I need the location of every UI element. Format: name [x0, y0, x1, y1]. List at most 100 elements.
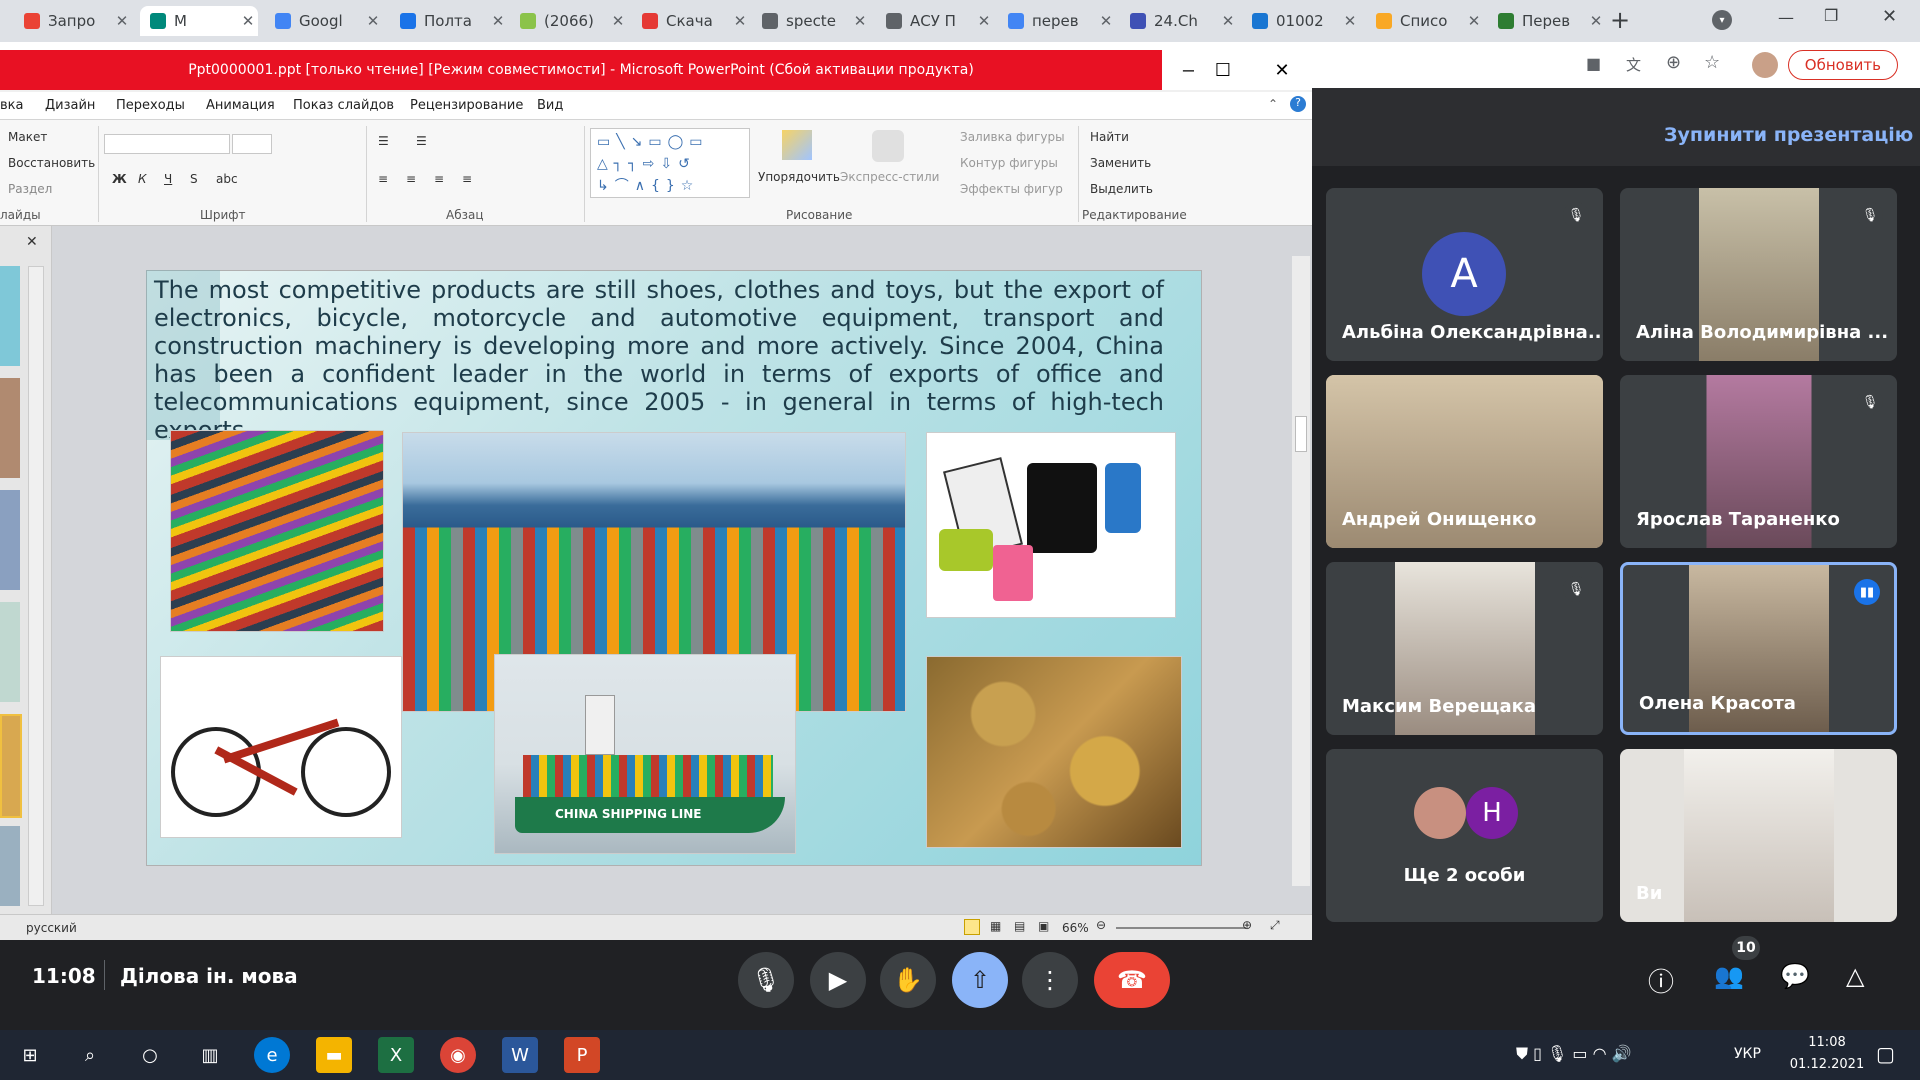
participant-tile[interactable]: 🎙 Аліна Володимирівна ... — [1620, 188, 1897, 361]
end-call-button[interactable]: ☎ — [1094, 952, 1170, 1008]
slide-thumbnail[interactable] — [0, 490, 20, 590]
mic-button[interactable]: 🎙 — [738, 952, 794, 1008]
font-name-input[interactable] — [104, 134, 230, 154]
menu-review[interactable]: Рецензирование — [410, 98, 523, 113]
italic-icon[interactable]: К — [138, 172, 147, 186]
browser-tab[interactable]: Перев ✕ — [1488, 6, 1606, 36]
quick-styles-button[interactable]: Экспресс-стили — [840, 170, 939, 184]
participant-tile[interactable]: Ви — [1620, 749, 1897, 922]
close-tab-icon[interactable]: ✕ — [974, 12, 994, 30]
close-tab-icon[interactable]: ✕ — [1586, 12, 1606, 30]
scroll-thumb[interactable] — [1295, 416, 1307, 452]
collapse-ribbon-icon[interactable]: ⌃ — [1268, 97, 1278, 111]
edge-icon[interactable]: e — [254, 1037, 290, 1073]
close-tab-icon[interactable]: ✕ — [1218, 12, 1238, 30]
zoom-out-icon[interactable]: ⊖ — [1096, 918, 1106, 932]
participant-tile[interactable]: Андрей Онищенко — [1326, 375, 1603, 548]
people-icon[interactable]: 👥 — [1714, 962, 1744, 990]
close-tab-icon[interactable]: ✕ — [608, 12, 628, 30]
participant-tile[interactable]: 🎙 Ярослав Тараненко — [1620, 375, 1897, 548]
close-tab-icon[interactable]: ✕ — [488, 12, 508, 30]
slide-thumbnail[interactable] — [0, 266, 20, 366]
close-pane-icon[interactable]: ✕ — [26, 234, 38, 250]
close-tab-icon[interactable]: ✕ — [730, 12, 750, 30]
close-tab-icon[interactable]: ✕ — [238, 12, 258, 30]
strike-icon[interactable]: abc — [216, 172, 238, 186]
close-tab-icon[interactable]: ✕ — [850, 12, 870, 30]
browser-tab[interactable]: АСУ П ✕ — [876, 6, 994, 36]
shadow-icon[interactable]: S — [190, 172, 198, 186]
browser-tab[interactable]: Скача ✕ — [632, 6, 750, 36]
slideshow-view-icon[interactable]: ▣ — [1038, 919, 1049, 933]
thumbnail-scrollbar[interactable] — [28, 266, 44, 906]
shape-effects-button[interactable]: Эффекты фигур — [960, 182, 1063, 196]
shape-outline-button[interactable]: Контур фигуры — [960, 156, 1058, 170]
menu-design[interactable]: Дизайн — [45, 98, 95, 113]
menu-home[interactable]: вка — [0, 98, 23, 113]
quick-styles-icon[interactable] — [872, 130, 904, 162]
normal-view-icon[interactable] — [964, 919, 980, 935]
reading-view-icon[interactable]: ▤ — [1014, 919, 1025, 933]
chat-icon[interactable]: 💬 — [1780, 962, 1810, 990]
camera-button[interactable]: ▶ — [810, 952, 866, 1008]
activities-icon[interactable]: △ — [1846, 962, 1864, 990]
close-browser-icon[interactable]: ✕ — [1882, 6, 1897, 27]
notifications-icon[interactable]: ▢ — [1876, 1042, 1895, 1066]
close-tab-icon[interactable]: ✕ — [1464, 12, 1484, 30]
bold-icon[interactable]: Ж — [112, 172, 127, 186]
browser-tab[interactable]: Googl ✕ — [265, 6, 383, 36]
update-button[interactable]: Обновить — [1787, 50, 1898, 80]
word-icon[interactable]: W — [502, 1037, 538, 1073]
info-icon[interactable]: ⓘ — [1648, 962, 1674, 999]
present-button[interactable]: ⇧ — [952, 952, 1008, 1008]
search-icon[interactable]: ⌕ — [72, 1037, 108, 1073]
cortana-icon[interactable]: ○ — [132, 1037, 168, 1073]
section-button[interactable]: Раздел — [8, 182, 52, 196]
more-options-button[interactable]: ⋮ — [1022, 952, 1078, 1008]
file-explorer-icon[interactable]: ▬ — [316, 1037, 352, 1073]
zoom-slider[interactable] — [1116, 927, 1246, 929]
arrange-icon[interactable] — [782, 130, 812, 160]
slide-sorter-icon[interactable]: ▦ — [990, 919, 1001, 933]
help-icon[interactable]: ? — [1290, 96, 1306, 112]
stop-presentation-button[interactable]: Зупинити презентацію — [1664, 124, 1913, 146]
minimize-browser-icon[interactable]: — — [1778, 8, 1794, 27]
slide-vertical-scrollbar[interactable] — [1292, 256, 1310, 886]
tab-search-icon[interactable]: ▾ — [1712, 10, 1732, 30]
new-tab-button[interactable]: + — [1610, 6, 1630, 34]
participant-tile[interactable]: A 🎙 Альбіна Олександрівна... — [1326, 188, 1603, 361]
browser-tab[interactable]: Списо ✕ — [1366, 6, 1484, 36]
browser-tab[interactable]: specte ✕ — [752, 6, 870, 36]
numbering-icon[interactable]: ☰ — [416, 134, 427, 148]
chrome-icon[interactable]: ◉ — [440, 1037, 476, 1073]
keyboard-language[interactable]: УКР — [1734, 1046, 1761, 1062]
ppt-close-icon[interactable]: ✕ — [1252, 50, 1312, 90]
browser-tab[interactable]: (2066) ✕ — [510, 6, 628, 36]
participant-tile[interactable]: 🎙 Максим Верещака — [1326, 562, 1603, 735]
replace-button[interactable]: Заменить — [1090, 156, 1151, 170]
participant-tile[interactable]: ▮▮ Олена Красота — [1620, 562, 1897, 735]
menu-animation[interactable]: Анимация — [206, 98, 275, 113]
slide-thumbnail[interactable] — [0, 826, 20, 906]
translate-icon[interactable]: 文 — [1626, 54, 1641, 75]
restore-browser-icon[interactable]: ❐ — [1824, 6, 1838, 25]
clock-time[interactable]: 11:08 — [1792, 1035, 1862, 1050]
align-center-icon[interactable]: ≡ — [406, 172, 416, 186]
participant-tile[interactable]: H Ще 2 особи — [1326, 749, 1603, 922]
close-tab-icon[interactable]: ✕ — [363, 12, 383, 30]
task-view-icon[interactable]: ▥ — [192, 1037, 228, 1073]
powerpoint-icon[interactable]: P — [564, 1037, 600, 1073]
align-left-icon[interactable]: ≡ — [378, 172, 388, 186]
find-button[interactable]: Найти — [1090, 130, 1129, 144]
browser-tab[interactable]: Полта ✕ — [390, 6, 508, 36]
browser-tab[interactable]: 24.Ch ✕ — [1120, 6, 1238, 36]
excel-icon[interactable]: X — [378, 1037, 414, 1073]
system-tray-icons[interactable]: ⛊ ▯ 🎙 ▭ ◠ 🔊 — [1516, 1044, 1632, 1064]
profile-avatar[interactable] — [1752, 52, 1778, 78]
select-button[interactable]: Выделить — [1090, 182, 1153, 196]
slide-thumbnail[interactable] — [0, 602, 20, 702]
windows-start-icon[interactable]: ⊞ — [12, 1037, 48, 1073]
arrange-button[interactable]: Упорядочить — [758, 170, 840, 184]
zoom-level[interactable]: 66% — [1062, 921, 1089, 935]
camera-icon[interactable]: ■ — [1586, 54, 1601, 73]
